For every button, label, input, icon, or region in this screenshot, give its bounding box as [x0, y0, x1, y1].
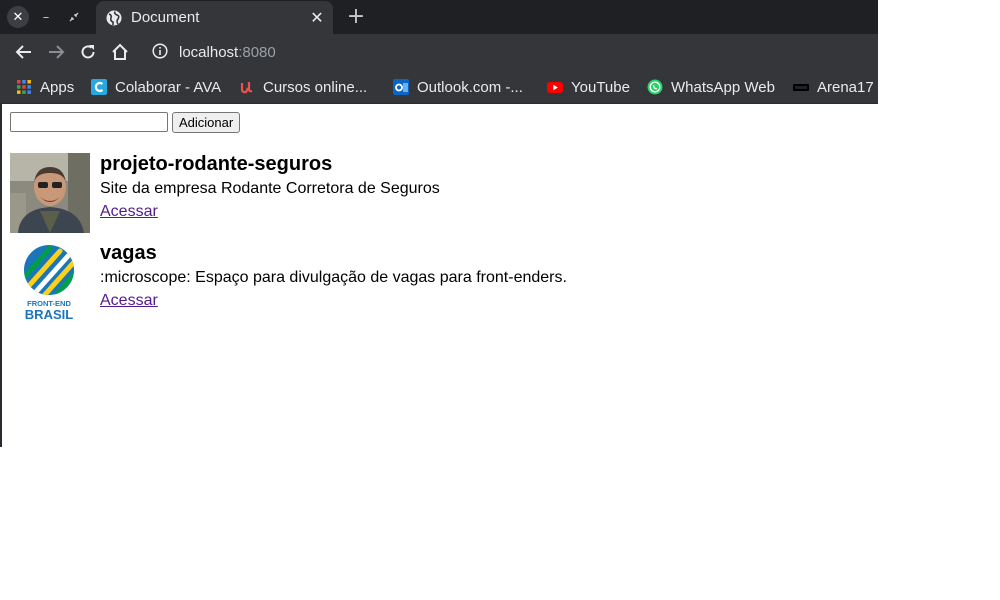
access-link[interactable]: Acessar: [100, 292, 158, 310]
url-text: localhost:8080: [179, 44, 276, 61]
url-host: localhost: [179, 43, 239, 61]
whatsapp-icon: [647, 79, 663, 95]
back-icon[interactable]: [11, 39, 37, 65]
bookmark-apps[interactable]: Apps: [16, 76, 74, 98]
repo-item: FRONT-END BRASIL vagas :microscope: Espa…: [10, 242, 870, 326]
repo-description: :microscope: Espaço para divulgação de v…: [100, 269, 567, 286]
add-button[interactable]: Adicionar: [172, 112, 241, 133]
udemy-icon: [239, 79, 255, 95]
tab-document[interactable]: Document ✕: [96, 1, 333, 34]
toolbar: localhost:8080: [0, 34, 878, 70]
logo-text-brasil: BRASIL: [25, 307, 73, 322]
bookmark-whatsapp[interactable]: WhatsApp Web: [647, 76, 775, 98]
window-close-icon[interactable]: ✕: [7, 6, 29, 28]
access-link[interactable]: Acessar: [100, 203, 158, 221]
apps-grid-icon: [16, 79, 32, 95]
bookmark-label: Cursos online...: [263, 78, 368, 96]
bookmark-cursos[interactable]: Cursos online...: [239, 76, 367, 98]
repo-name-input[interactable]: [10, 112, 168, 132]
bookmark-colaborar[interactable]: Colaborar - AVA: [91, 76, 221, 98]
globe-icon: [106, 10, 122, 26]
arena-icon: [793, 79, 809, 95]
repo-item: projeto-rodante-seguros Site da empresa …: [10, 153, 870, 237]
tab-title: Document: [131, 9, 200, 26]
bookmark-arena17[interactable]: Arena17: [793, 76, 874, 98]
browser-window: ✕ – Document ✕ + localhost:8080 Apps Col…: [0, 0, 878, 447]
bookmark-label: WhatsApp Web: [671, 78, 775, 96]
url-port: :8080: [238, 43, 276, 61]
tab-strip: ✕ – Document ✕ +: [0, 0, 878, 34]
youtube-icon: [547, 79, 563, 95]
forward-icon[interactable]: [43, 39, 69, 65]
bookmark-label: YouTube: [571, 78, 630, 96]
frontend-brasil-logo: FRONT-END BRASIL: [10, 242, 90, 322]
bookmark-label: Apps: [40, 78, 75, 96]
repo-title: vagas: [100, 242, 157, 264]
reload-icon[interactable]: [75, 39, 101, 65]
bookmark-label: Outlook.com -...: [417, 78, 523, 96]
tab-close-icon[interactable]: ✕: [307, 8, 327, 28]
window-minimize-icon[interactable]: –: [35, 6, 57, 28]
repo-description: Site da empresa Rodante Corretora de Seg…: [100, 180, 440, 197]
home-icon[interactable]: [107, 39, 133, 65]
colaborar-icon: [91, 79, 107, 95]
info-icon[interactable]: [152, 43, 170, 61]
window-restore-icon[interactable]: [63, 6, 85, 28]
bookmarks-bar: Apps Colaborar - AVA Cursos online... Ou…: [0, 70, 878, 104]
avatar: [10, 153, 90, 233]
bookmark-youtube[interactable]: YouTube: [547, 76, 630, 98]
bookmark-label: Colaborar - AVA: [115, 78, 222, 96]
bookmark-label: Arena17: [817, 78, 874, 96]
new-tab-icon[interactable]: +: [343, 4, 369, 30]
bookmark-outlook[interactable]: Outlook.com -...: [393, 76, 523, 98]
repo-title: projeto-rodante-seguros: [100, 153, 333, 175]
page-content: Adicionar projeto-rodante-seguros Site d…: [2, 104, 878, 447]
address-bar[interactable]: localhost:8080: [142, 36, 872, 68]
outlook-icon: [393, 79, 409, 95]
